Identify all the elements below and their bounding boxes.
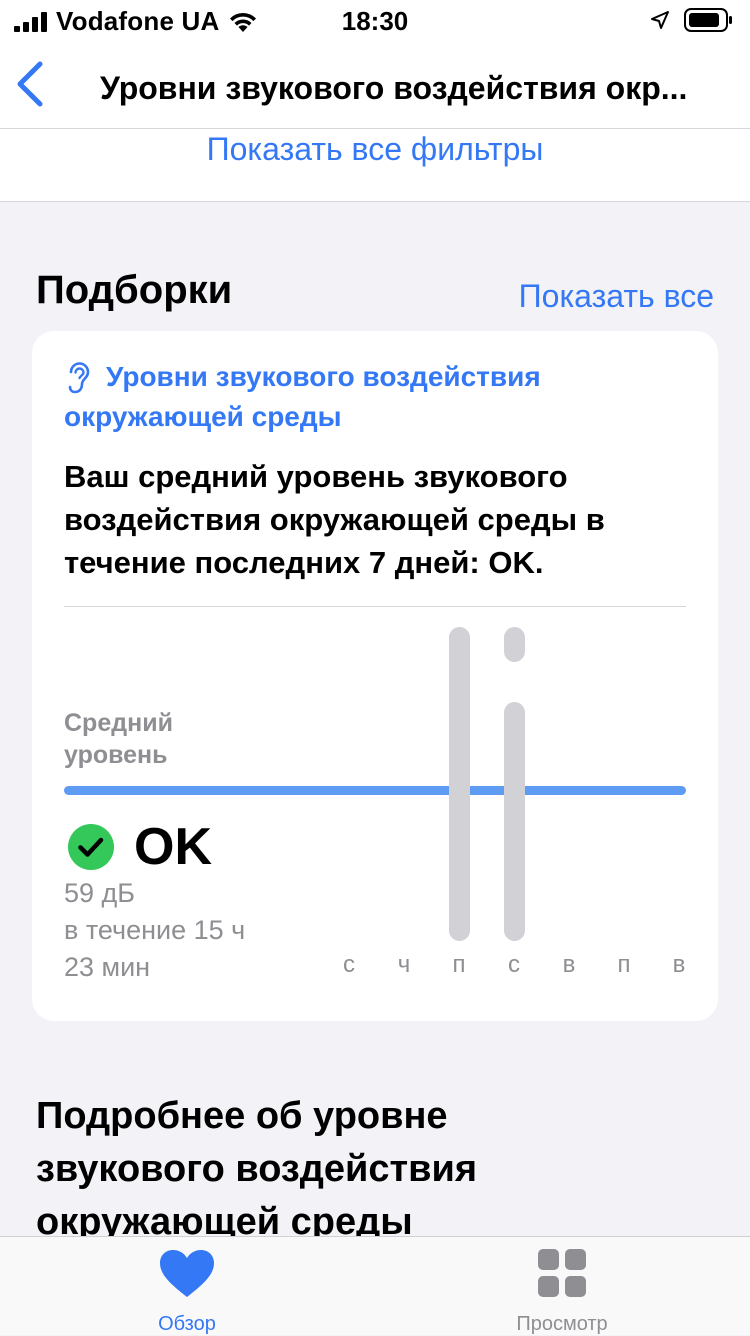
highlights-show-all-link[interactable]: Показать все — [519, 278, 714, 315]
back-button[interactable] — [14, 60, 54, 108]
filters-row: Показать все фильтры — [0, 128, 750, 202]
tab-bar: Обзор Просмотр — [0, 1236, 750, 1335]
page-title: Уровни звукового воздействия окр... — [100, 70, 688, 106]
tab-summary[interactable]: Обзор — [87, 1249, 287, 1335]
navigation-bar: Уровни звукового воздействия окр... — [0, 40, 750, 128]
status-icons — [650, 8, 734, 32]
location-arrow-icon — [651, 11, 669, 29]
tab-summary-label: Обзор — [158, 1313, 216, 1335]
status-bar: Vodafone UA 18:30 — [0, 0, 750, 40]
day-label: в — [672, 951, 686, 978]
day-label: в — [562, 951, 576, 978]
ear-icon — [68, 362, 90, 394]
battery-icon — [684, 8, 732, 32]
clock: 18:30 — [341, 6, 409, 36]
day-label: ч — [397, 951, 411, 978]
status-row: OK — [68, 817, 212, 877]
highlight-card[interactable]: Уровни звукового воздействия окружающей … — [32, 331, 718, 1021]
average-label: Средний уровень — [64, 709, 173, 769]
highlights-title: Подборки — [36, 268, 233, 312]
card-category-label: Уровни звукового воздействия окружающей … — [64, 361, 541, 432]
stat-detail: 59 дБ в течение 15 ч 23 мин — [64, 875, 294, 986]
tab-browse-label: Просмотр — [516, 1313, 608, 1335]
exposure-bar — [504, 702, 525, 941]
more-info-title: Подробнее об уровне звукового воздействи… — [36, 1095, 478, 1243]
show-all-filters-link[interactable]: Показать все фильтры — [0, 131, 750, 168]
card-message: Ваш средний уровень звукового воздействи… — [64, 459, 605, 580]
status-ok-text: OK — [134, 818, 212, 876]
highlights-header: Подборки Показать все — [36, 268, 714, 318]
heart-icon — [160, 1250, 214, 1297]
day-label: п — [452, 951, 466, 978]
stat-level: 59 дБ — [64, 878, 136, 908]
grid-icon — [538, 1249, 586, 1297]
day-label: с — [508, 951, 520, 978]
day-label: с — [343, 951, 355, 978]
stat-duration-line1: в течение 15 ч — [64, 915, 246, 945]
exposure-chart: Средний уровень с ч п с в п в OK 59 дБ в течен… — [64, 607, 686, 1007]
card-category: Уровни звукового воздействия окружающей … — [64, 357, 624, 437]
check-circle-icon — [68, 824, 114, 870]
exposure-bar — [449, 627, 470, 941]
day-label: п — [617, 951, 631, 978]
tab-browse[interactable]: Просмотр — [462, 1249, 662, 1335]
stat-duration-line2: 23 мин — [64, 952, 151, 982]
average-line — [64, 786, 686, 795]
chevron-left-icon — [17, 61, 43, 107]
exposure-bar — [504, 627, 525, 662]
